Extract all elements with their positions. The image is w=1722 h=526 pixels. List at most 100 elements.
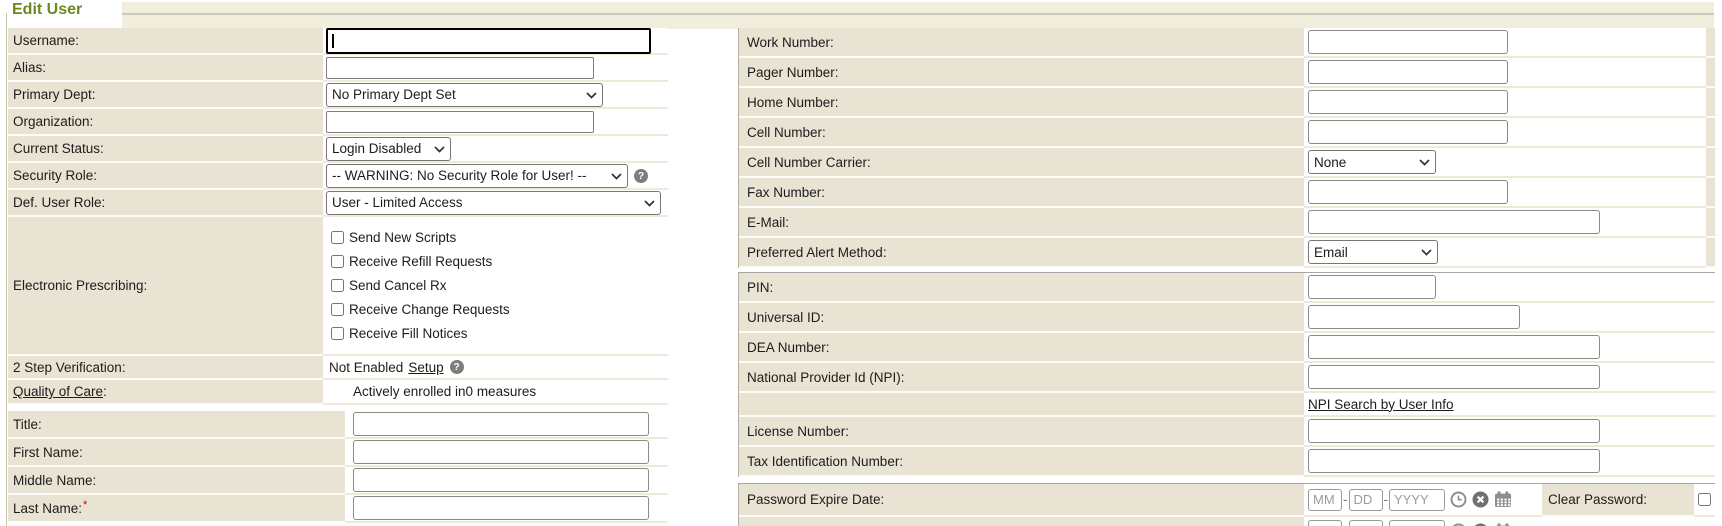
field-label-text: Username: (13, 33, 79, 48)
field-cell: -- (1304, 484, 1542, 517)
primary-dept-select[interactable]: No Primary Dept Set (326, 83, 603, 107)
electronic-prescribing-checkbox-4[interactable] (331, 327, 344, 340)
middle-name-input[interactable] (353, 468, 649, 492)
pager-number-input[interactable] (1308, 60, 1508, 84)
form-row-two-step-verification: 2 Step Verification:Not EnabledSetup? (8, 356, 668, 380)
electronic-prescribing-checkbox-0[interactable] (331, 231, 344, 244)
dea-number-input[interactable] (1308, 335, 1600, 359)
year-input[interactable] (1389, 489, 1445, 511)
month-input[interactable] (1308, 520, 1342, 526)
page-title: Edit User (12, 1, 88, 19)
checkbox-label: Receive Fill Notices (349, 326, 468, 341)
checkbox-option: Receive Refill Requests (331, 250, 492, 274)
license-number-input[interactable] (1308, 419, 1600, 443)
fax-number-input[interactable] (1308, 180, 1508, 204)
def-user-role-select[interactable]: User - Limited Access (326, 191, 661, 215)
email-input[interactable] (1308, 210, 1600, 234)
field-cell: Send New ScriptsReceive Refill RequestsS… (323, 217, 668, 356)
field-cell (345, 439, 668, 467)
home-number-input[interactable] (1308, 90, 1508, 114)
username-input[interactable] (326, 28, 651, 54)
label-suffix: : (103, 384, 107, 399)
field-cell: -- (1304, 517, 1715, 526)
field-label: Username: (8, 28, 323, 55)
field-cell (1304, 447, 1715, 477)
npi-input[interactable] (1308, 365, 1600, 389)
field-label-text: E-Mail: (747, 215, 789, 230)
field-label-text: Organization: (13, 114, 93, 129)
help-icon[interactable]: ? (450, 360, 464, 374)
calendar-icon[interactable] (1494, 523, 1512, 526)
user-account-table: Username:Alias:Primary Dept:No Primary D… (8, 28, 668, 405)
form-row-electronic-prescribing: Electronic Prescribing:Send New ScriptsR… (8, 217, 668, 356)
clear-date-icon[interactable] (1472, 491, 1489, 508)
row-end-cap (1706, 28, 1715, 58)
first-name-input[interactable] (353, 440, 649, 464)
work-number-input[interactable] (1308, 30, 1508, 54)
form-row-pager-number: Pager Number: (739, 58, 1715, 88)
day-input[interactable] (1349, 520, 1383, 526)
preferred-alert-method-select[interactable]: Email (1308, 240, 1438, 264)
day-input[interactable] (1349, 489, 1383, 511)
field-cell: NPI Search by User Info (1304, 393, 1715, 417)
field-label-text: Pager Number: (747, 65, 839, 80)
clock-icon[interactable] (1450, 523, 1467, 526)
electronic-prescribing-checkbox-3[interactable] (331, 303, 344, 316)
quality-of-care-label-link[interactable]: Quality of Care (13, 384, 103, 399)
field-label: Cell Number Carrier: (739, 148, 1304, 178)
electronic-prescribing-checkbox-1[interactable] (331, 255, 344, 268)
edit-user-page: Edit User Username:Alias:Primary Dept:No… (0, 0, 1722, 526)
title-input[interactable] (353, 412, 649, 436)
security-role-select[interactable]: -- WARNING: No Security Role for User! -… (326, 164, 628, 188)
clear-date-icon[interactable] (1472, 523, 1489, 526)
field-cell: Login Disabled (323, 136, 668, 163)
form-row-primary-dept: Primary Dept:No Primary Dept Set (8, 82, 668, 109)
electronic-prescribing-checkbox-2[interactable] (331, 279, 344, 292)
npi-search-link[interactable]: NPI Search by User Info (1308, 397, 1454, 412)
form-row-email: E-Mail: (739, 208, 1715, 238)
current-status-select[interactable]: Login Disabled (326, 137, 451, 161)
form-row-preferred-alert-method: Preferred Alert Method:Email (739, 238, 1715, 268)
clear-password-checkbox[interactable] (1698, 493, 1711, 506)
checkbox-option: Receive Change Requests (331, 298, 510, 322)
selected-option: No Primary Dept Set (332, 87, 456, 102)
year-input[interactable] (1389, 520, 1445, 526)
tax-id-number-input[interactable] (1308, 449, 1600, 473)
two-step-verification-setup-link[interactable]: Setup (408, 360, 443, 375)
field-label: Fax Number: (739, 178, 1304, 208)
help-icon[interactable]: ? (634, 169, 648, 183)
field-cell (1304, 28, 1706, 58)
status-text: Not Enabled (329, 360, 403, 375)
field-label: National Provider Id (NPI): (739, 363, 1304, 393)
selected-option: None (1314, 155, 1346, 170)
form-row-current-status: Current Status:Login Disabled (8, 136, 668, 163)
form-row-tax-id-number: Tax Identification Number: (739, 447, 1715, 477)
field-cell: User - Limited Access (323, 190, 668, 217)
field-label: Def. User Role: (8, 190, 323, 217)
field-label: Electronic Prescribing: (8, 217, 323, 356)
calendar-icon[interactable] (1494, 491, 1512, 508)
last-name-input[interactable] (353, 496, 649, 520)
pin-input[interactable] (1308, 275, 1436, 299)
universal-id-input[interactable] (1308, 305, 1520, 329)
form-row-partial-date: -- (739, 517, 1715, 526)
alias-input[interactable] (326, 57, 594, 79)
field-label-text: Middle Name: (13, 473, 96, 488)
field-cell (1304, 88, 1706, 118)
cell-number-input[interactable] (1308, 120, 1508, 144)
form-row-universal-id: Universal ID: (739, 303, 1715, 333)
field-label: Current Status: (8, 136, 323, 163)
cell-number-carrier-select[interactable]: None (1308, 150, 1436, 174)
contact-info-table: Work Number:Pager Number:Home Number:Cel… (738, 28, 1715, 268)
clock-icon[interactable] (1450, 491, 1467, 508)
month-input[interactable] (1308, 489, 1342, 511)
field-label: Universal ID: (739, 303, 1304, 333)
field-cell (1304, 58, 1706, 88)
field-label-text: Title: (13, 417, 42, 432)
row-end-cap (1706, 148, 1715, 178)
organization-input[interactable] (326, 111, 594, 133)
field-label: Organization: (8, 109, 323, 136)
date-separator: - (1343, 492, 1348, 507)
field-label-text: Clear Password: (1548, 492, 1647, 507)
row-end-cap (1706, 178, 1715, 208)
